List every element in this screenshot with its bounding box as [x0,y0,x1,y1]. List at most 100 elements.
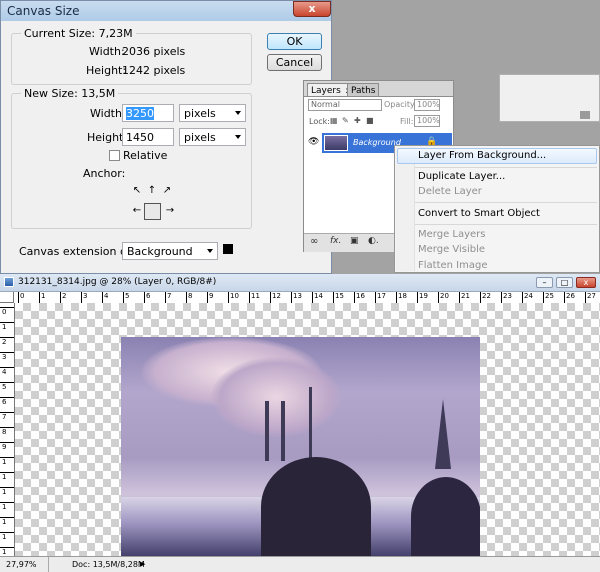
ruler-tick-label: 7 [167,292,172,300]
anchor-top-left[interactable] [123,168,137,182]
mask-icon[interactable]: ▣ [350,236,359,246]
height-field[interactable]: 1450 [122,128,174,146]
ruler-tick [585,292,586,303]
ruler-tick [60,292,61,303]
link-icon[interactable]: ∞ [310,236,318,247]
arrow-right-icon[interactable]: → [163,205,177,219]
arrow-up-left-icon[interactable]: ↖ [130,185,144,199]
ruler-tick [144,292,145,303]
ruler-tick-label: 3 [83,292,88,300]
ruler-tick-label: 15 [335,292,344,300]
new-width-label: Width: [90,107,126,120]
ruler-tick-label: 5 [125,292,130,300]
ruler-tick-label: 16 [356,292,365,300]
document-window: 312131_8314.jpg @ 28% (Layer 0, RGB/8#) … [0,274,600,572]
lock-image-icon[interactable]: ✎ [342,116,349,125]
current-size-group [11,33,252,85]
menu-item-delete-layer[interactable]: Delete Layer [418,186,482,197]
lock-transparent-icon[interactable]: ▦ [330,116,338,125]
ruler-tick [0,517,14,518]
ruler-tick [438,292,439,303]
ruler-tick-label: 1 [2,458,7,466]
ruler-tick [396,292,397,303]
relative-label: Relative [123,149,168,162]
arrow-up-right-icon[interactable]: ↗ [160,185,174,199]
ruler-tick-label: 9 [2,443,7,451]
zoom-level[interactable]: 27,97% [6,560,37,569]
anchor-center[interactable] [144,203,161,220]
ruler-tick [123,292,124,303]
blend-mode-select[interactable]: Normal [308,99,382,111]
width-value: 3250 [126,107,154,120]
photo-image [121,337,480,556]
ruler-tick-label: 3 [2,353,7,361]
ruler-tick-label: 7 [2,413,7,421]
menu-item-convert-to-smart-object[interactable]: Convert to Smart Object [418,208,540,219]
new-size-legend: New Size: 13,5M [21,87,119,100]
lock-all-icon[interactable]: ■ [366,116,374,125]
arrow-left-icon[interactable]: ← [130,205,144,219]
ruler-tick [543,292,544,303]
extension-color-swatch[interactable] [223,244,233,254]
ruler-tick [0,352,14,353]
bridge-pylon [435,399,451,469]
maximize-icon[interactable]: □ [556,277,573,288]
menu-item-layer-from-background[interactable]: Layer From Background... [418,150,546,161]
close-icon[interactable]: x [576,277,596,288]
minimize-icon[interactable]: – [536,277,553,288]
ruler-tick-label: 25 [545,292,554,300]
tree-silhouette [411,477,480,556]
ok-button[interactable]: OK [267,33,322,50]
extension-color-select[interactable]: Background [122,242,218,260]
ruler-tick-label: 27 [587,292,596,300]
ruler-tick [18,292,19,303]
menu-separator [415,167,597,168]
fx-icon[interactable]: fx. [330,236,341,246]
adjustment-icon[interactable]: ◐. [368,236,379,246]
ruler-tick [333,292,334,303]
height-unit-select[interactable]: pixels [179,128,246,146]
anchor-label: Anchor: [83,167,126,180]
ruler-tick-label: 8 [188,292,193,300]
tab-paths[interactable]: Paths [347,83,380,97]
width-unit-select[interactable]: pixels [179,104,246,122]
ruler-left[interactable]: 0 1 2 3 4 5 6 7 8 9 1 1 1 1 1 1 1 [0,303,15,556]
panel-menu-icon[interactable] [580,111,590,119]
ruler-tick [207,292,208,303]
current-height-label: Height: [86,64,127,77]
ruler-tick [0,502,14,503]
menu-item-merge-visible[interactable]: Merge Visible [418,244,485,255]
ruler-tick [0,322,14,323]
menu-item-merge-layers[interactable]: Merge Layers [418,229,486,240]
dialog-title-bar[interactable]: Canvas Size [1,1,331,21]
side-panel [499,74,600,122]
opacity-label: Opacity: [384,100,417,109]
layer-thumbnail [324,135,348,151]
ruler-tick-label: 6 [146,292,151,300]
close-button[interactable]: x [293,1,331,17]
ruler-tick [39,292,40,303]
document-title-bar[interactable]: 312131_8314.jpg @ 28% (Layer 0, RGB/8#) … [0,274,600,292]
ruler-tick [81,292,82,303]
ruler-tick [0,532,14,533]
width-field[interactable]: 3250 [122,104,174,122]
current-size-legend: Current Size: 7,23M [21,27,136,40]
menu-item-flatten-image[interactable]: Flatten Image [418,260,488,271]
ruler-tick-label: 23 [503,292,512,300]
lock-position-icon[interactable]: ✚ [354,116,361,125]
relative-checkbox[interactable] [109,150,120,161]
eye-icon[interactable]: 👁 [308,137,319,147]
fill-field[interactable]: 100% [414,115,440,127]
status-menu-icon[interactable]: ▶ [140,560,145,568]
ruler-tick [0,382,14,383]
canvas-area[interactable] [15,303,600,556]
ruler-tick-label: 18 [398,292,407,300]
menu-item-duplicate-layer[interactable]: Duplicate Layer... [418,171,505,182]
ruler-tick [417,292,418,303]
cancel-button[interactable]: Cancel [267,54,322,71]
ruler-tick-label: 1 [2,518,7,526]
opacity-field[interactable]: 100% [414,99,440,111]
arrow-up-icon[interactable]: ↑ [145,185,159,199]
ruler-tick [0,472,14,473]
ruler-tick [459,292,460,303]
